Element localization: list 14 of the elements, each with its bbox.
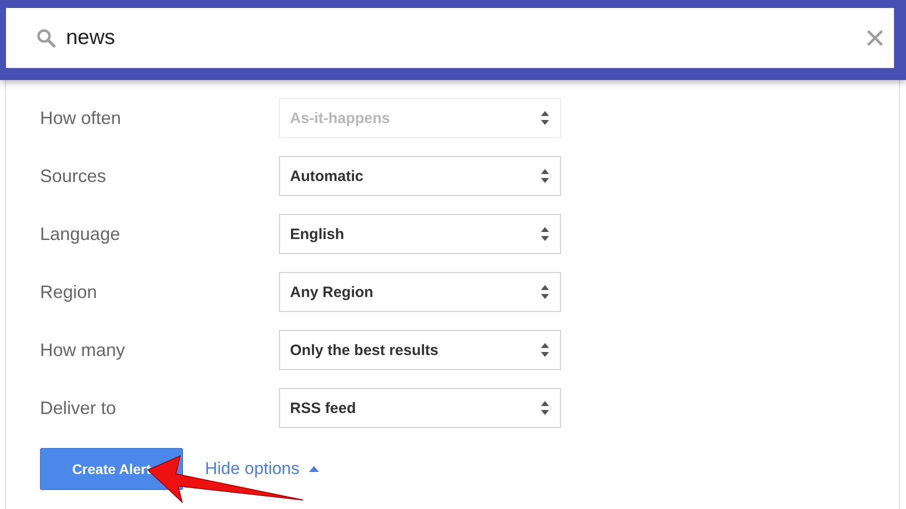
select-dropdown[interactable]: English [279,214,561,254]
search-field[interactable]: news [6,8,894,68]
option-label: How often [40,108,122,128]
option-label: Deliver to [40,398,118,418]
select-dropdown[interactable]: Only the best results [279,330,561,370]
select-dropdown: As-it-happens [279,98,561,138]
select-dropdown[interactable]: RSS feed [279,388,561,428]
option-label: Region [40,282,98,302]
option-label: Language [40,224,122,244]
search-query: news [66,26,116,50]
option-label: How many [40,340,126,360]
option-label: Sources [40,166,108,186]
select-dropdown[interactable]: Automatic [279,156,561,196]
select-dropdown[interactable]: Any Region [279,272,561,312]
